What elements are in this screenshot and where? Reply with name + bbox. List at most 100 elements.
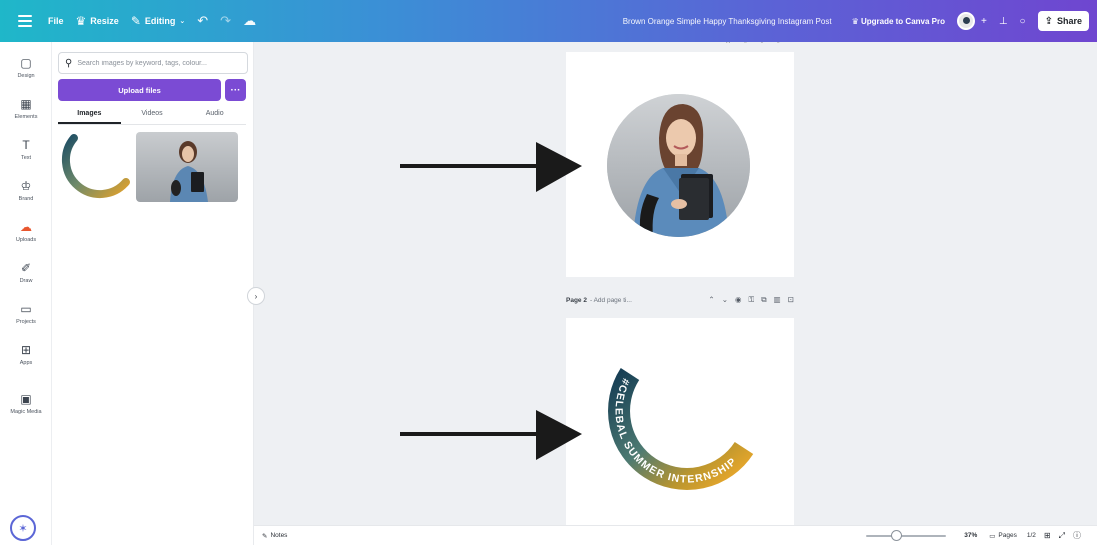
- pages-icon: ▭: [989, 532, 996, 540]
- upload-files-button[interactable]: Upload files: [58, 79, 221, 101]
- search-input[interactable]: [77, 59, 238, 67]
- notes-label: Notes: [270, 532, 288, 539]
- page-2-subtitle[interactable]: - Add page ti...: [590, 297, 632, 304]
- uploads-panel: ⚲ Upload files ··· Images Videos Audio ▲: [52, 42, 306, 545]
- zoom-slider-knob[interactable]: [890, 529, 902, 541]
- editing-mode-button[interactable]: ✎ Editing ⌄: [131, 14, 185, 28]
- rail-item-design[interactable]: ▢ Design: [0, 56, 52, 79]
- tab-images[interactable]: Images: [58, 105, 121, 124]
- page-count: 1/2: [1026, 532, 1036, 539]
- rail-label: Apps: [19, 360, 33, 366]
- page-2-header: Page 2 - Add page ti... ⌃ ⌄ ◉ ⚿ ⧉ ▥ ⊡: [566, 293, 794, 307]
- rail-label: Text: [20, 155, 32, 161]
- page-1-header-tools: ˄ ▫ ▫ ▫: [726, 42, 786, 46]
- crown-icon: ♛: [75, 14, 87, 28]
- rail-label: Elements: [14, 114, 38, 120]
- rail-label: Projects: [16, 319, 36, 325]
- bottom-bar: ✎ Notes 37% ▭ Pages 1/2 ⊞ ⤢ ⓘ: [254, 525, 1097, 545]
- zoom-value[interactable]: 37%: [964, 532, 977, 539]
- more-options-button[interactable]: ···: [225, 79, 246, 101]
- shapes-icon: ▦: [20, 97, 32, 111]
- upload-thumbnail-photo[interactable]: [136, 132, 238, 202]
- pages-label: Pages: [998, 532, 1017, 539]
- collapse-panel-button[interactable]: ›: [247, 287, 265, 305]
- pencil-icon: ✎: [130, 14, 141, 28]
- chevron-up-icon[interactable]: ⌃: [708, 295, 714, 305]
- file-label: File: [48, 16, 64, 26]
- crown-icon: ♛: [851, 16, 861, 26]
- chevron-down-icon: ⌄: [179, 18, 186, 25]
- add-page-icon[interactable]: ⊡: [788, 295, 794, 305]
- rail-item-apps[interactable]: ⊞ Apps: [0, 343, 52, 366]
- magic-assistant-icon[interactable]: ✶: [10, 515, 36, 541]
- woman-photo-thumbnail: [170, 141, 208, 202]
- menu-icon[interactable]: [18, 15, 32, 27]
- visibility-icon[interactable]: ◉: [735, 295, 742, 305]
- share-label: Share: [1056, 16, 1082, 26]
- share-button[interactable]: ⇪ Share: [1037, 11, 1089, 31]
- comment-icon[interactable]: ○: [1020, 16, 1026, 27]
- redo-icon[interactable]: ↷: [220, 13, 231, 29]
- rail-item-uploads[interactable]: ☁ Uploads: [0, 220, 52, 243]
- rail-label: Draw: [19, 278, 33, 284]
- rail-label: Uploads: [15, 237, 37, 243]
- rail-item-text[interactable]: T Text: [0, 138, 52, 161]
- zoom-slider[interactable]: [866, 529, 947, 541]
- folder-icon: ▭: [20, 302, 32, 316]
- draw-icon: ✐: [20, 261, 32, 275]
- rail-item-draw[interactable]: ✐ Draw: [0, 261, 52, 284]
- delete-icon[interactable]: ▥: [774, 295, 781, 305]
- rail-label: Design: [17, 73, 35, 79]
- fullscreen-icon[interactable]: ⤢: [1059, 531, 1065, 541]
- help-icon[interactable]: ⓘ: [1073, 530, 1081, 541]
- top-toolbar: File ♛ Resize ✎ Editing ⌄ ↶ ↷ ☁ Brown Orang…: [0, 0, 1097, 42]
- woman-photo: [607, 94, 750, 237]
- resize-label: Resize: [90, 16, 119, 26]
- plus-icon[interactable]: +: [981, 16, 987, 27]
- analytics-icon[interactable]: ⊥: [999, 16, 1008, 27]
- share-icon: ⇪: [1044, 15, 1053, 27]
- arrow-to-page-1: [400, 142, 582, 192]
- chevron-down-icon[interactable]: ⌄: [722, 295, 728, 305]
- rail-item-projects[interactable]: ▭ Projects: [0, 302, 52, 325]
- editing-label: Editing: [144, 16, 176, 26]
- rail-label: Magic Media: [10, 409, 42, 415]
- rail-item-brand[interactable]: ♔ Brand: [0, 179, 52, 202]
- upload-thumbnail-ring[interactable]: [56, 132, 132, 202]
- upload-icon: ☁: [20, 220, 32, 234]
- layout-icon: ▢: [20, 56, 32, 70]
- cloud-saved-icon[interactable]: ☁: [243, 13, 256, 29]
- text-icon: T: [22, 138, 30, 152]
- portrait-photo-circle[interactable]: [607, 94, 750, 237]
- tab-audio[interactable]: Audio: [183, 105, 246, 124]
- document-title[interactable]: Brown Orange Simple Happy Thanksgiving I…: [623, 17, 832, 26]
- notes-button[interactable]: ✎ Notes: [262, 532, 287, 540]
- magic-icon: ▣: [20, 392, 32, 406]
- upgrade-label: Upgrade to Canva Pro: [860, 16, 945, 26]
- media-tabs: Images Videos Audio: [58, 105, 246, 125]
- arrow-to-page-2: [400, 410, 582, 460]
- rail-item-elements[interactable]: ▦ Elements: [0, 97, 52, 120]
- grid-view-icon[interactable]: ⊞: [1044, 531, 1051, 540]
- undo-icon[interactable]: ↶: [197, 13, 208, 29]
- internship-ring-graphic[interactable]: #CELEBAL SUMMER INTERNSHIP: [596, 352, 766, 502]
- page-1-header: ˄ ▫ ▫ ▫: [566, 42, 794, 50]
- avatar[interactable]: [956, 12, 975, 30]
- tab-videos[interactable]: Videos: [121, 105, 184, 124]
- search-icon: ⚲: [65, 57, 73, 69]
- resize-button[interactable]: ♛ Resize: [76, 14, 119, 28]
- brand-icon: ♔: [20, 179, 32, 193]
- pages-button[interactable]: ▭ Pages: [989, 532, 1017, 540]
- rail-item-magic-media[interactable]: ▣ Magic Media: [0, 392, 52, 415]
- duplicate-icon[interactable]: ⧉: [761, 295, 766, 305]
- page-2-title[interactable]: Page 2: [566, 297, 587, 304]
- notes-icon: ✎: [262, 532, 268, 540]
- apps-icon: ⊞: [20, 343, 32, 357]
- side-rail: ▢ Design ▦ Elements T Text ♔ Brand ☁ Upl…: [0, 42, 52, 545]
- search-box: ⚲: [58, 52, 248, 74]
- file-menu[interactable]: File: [48, 16, 64, 26]
- upgrade-button[interactable]: ♛ Upgrade to Canva Pro: [852, 17, 945, 26]
- lock-icon[interactable]: ⚿: [749, 295, 755, 305]
- page-2-tools: ⌃ ⌄ ◉ ⚿ ⧉ ▥ ⊡: [708, 295, 794, 305]
- rail-label: Brand: [18, 196, 34, 202]
